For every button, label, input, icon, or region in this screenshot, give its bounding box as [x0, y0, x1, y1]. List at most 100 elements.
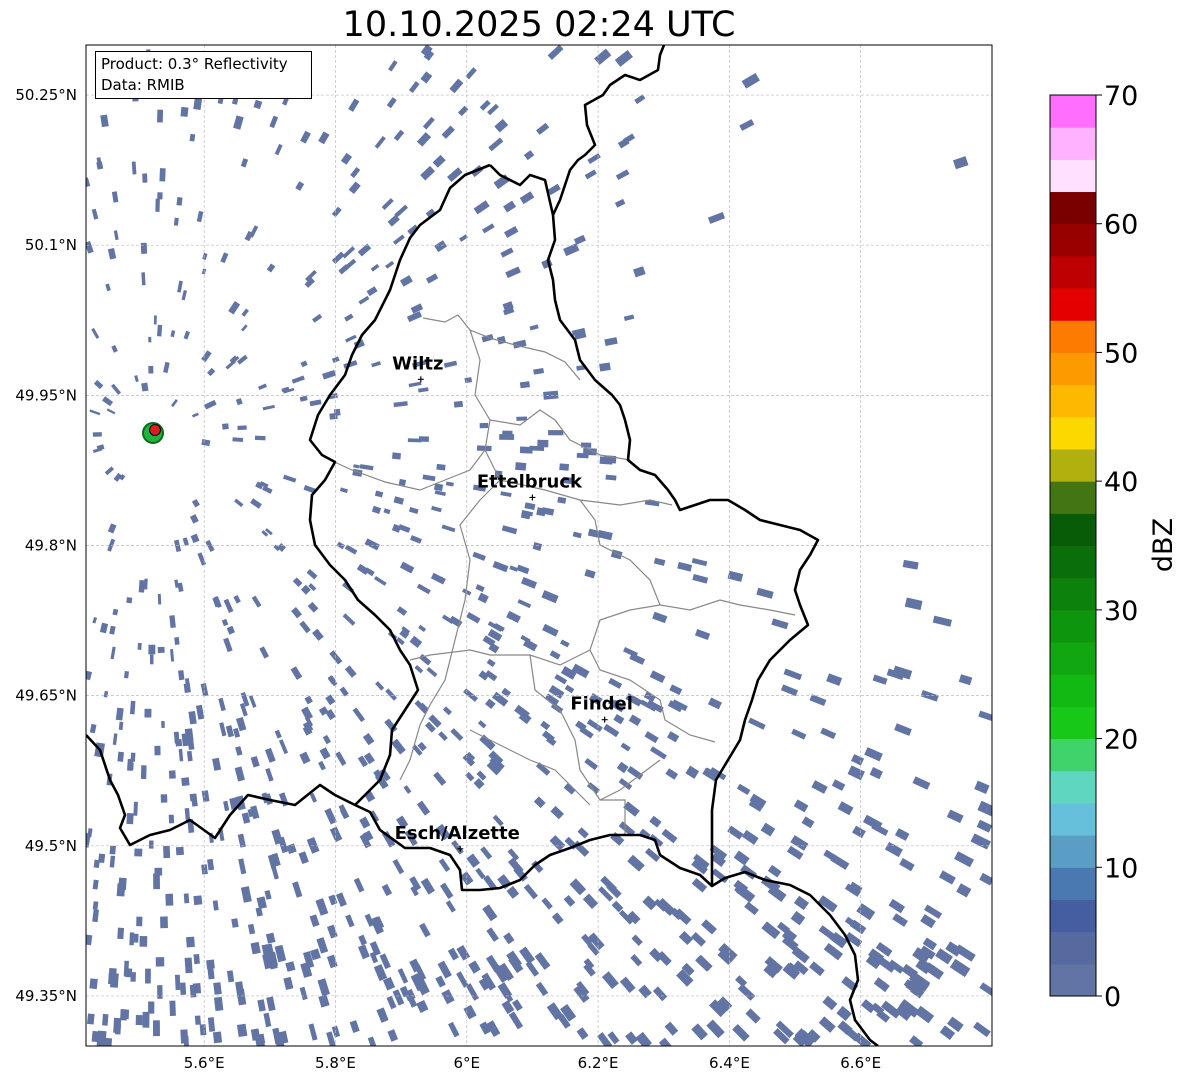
- echo-cell: [453, 400, 463, 408]
- echo-cell: [706, 1019, 725, 1039]
- echo-cell: [265, 767, 274, 782]
- echo-cell: [226, 970, 235, 983]
- echo-cell: [416, 132, 432, 147]
- echo-cell: [197, 552, 207, 566]
- echo-cell: [234, 498, 244, 508]
- echo-cell: [223, 800, 230, 812]
- echo-cell: [322, 734, 331, 745]
- echo-cell: [677, 561, 693, 572]
- echo-cell: [620, 742, 631, 752]
- echo-cell: [308, 1023, 318, 1041]
- echo-cell: [569, 878, 587, 896]
- echo-cell: [501, 1000, 515, 1015]
- city-label: Findel: [570, 694, 633, 715]
- echo-cell: [475, 584, 485, 593]
- echo-cell: [417, 387, 429, 393]
- echo-cell: [564, 684, 575, 694]
- colorbar-block: [1050, 867, 1096, 900]
- echo-cell: [254, 435, 266, 441]
- echo-cell: [190, 793, 198, 807]
- echo-cell: [126, 813, 134, 825]
- echo-cell: [448, 1021, 460, 1038]
- echo-cell: [678, 930, 693, 946]
- echo-cell: [174, 974, 181, 991]
- data-source-label: Data: RMIB: [101, 76, 185, 94]
- echo-cell: [107, 523, 117, 534]
- echo-cell: [601, 971, 619, 990]
- echo-cell: [238, 858, 247, 875]
- echo-cell: [884, 841, 903, 858]
- city-marker-icon: [529, 494, 536, 501]
- echo-cell: [547, 45, 564, 60]
- echo-cell: [157, 109, 164, 123]
- echo-cell: [438, 858, 451, 872]
- echo-cell: [464, 377, 473, 384]
- echo-cell: [441, 989, 455, 1005]
- echo-cell: [635, 1031, 652, 1046]
- echo-cell: [271, 828, 283, 845]
- echo-cell: [613, 714, 625, 725]
- echo-cell: [946, 809, 964, 824]
- echo-cell: [237, 425, 247, 431]
- echo-cell: [701, 919, 717, 935]
- echo-cell: [160, 916, 168, 929]
- echo-cell: [583, 448, 597, 456]
- echo-cell: [110, 646, 116, 660]
- echo-cell: [584, 757, 599, 771]
- colorbar-block: [1050, 288, 1096, 321]
- city-marker-icon: [417, 376, 424, 383]
- echo-cell: [519, 946, 535, 965]
- lon-tick-label: 5.8°E: [315, 1054, 356, 1072]
- echo-cell: [392, 858, 405, 875]
- echo-cell: [618, 777, 633, 790]
- echo-cell: [309, 399, 322, 407]
- echo-cell: [516, 564, 530, 575]
- echo-cell: [605, 474, 617, 481]
- radar-site-icon: [149, 424, 161, 436]
- city-label: Wiltz: [392, 353, 443, 374]
- echo-cell: [826, 673, 843, 686]
- echo-cell: [503, 200, 517, 213]
- echo-cell: [145, 968, 151, 984]
- echo-cell: [331, 1025, 341, 1038]
- echo-cell: [322, 369, 337, 380]
- echo-cell: [163, 361, 170, 374]
- echo-cell: [179, 982, 187, 995]
- echo-cell: [359, 464, 374, 471]
- echo-cell: [479, 99, 491, 111]
- echo-cell: [92, 909, 100, 923]
- echo-cell: [199, 1024, 207, 1036]
- echo-cell: [342, 246, 356, 259]
- echo-cell: [299, 986, 308, 1001]
- colorbar: 0 10 20 30 40 50 60 70 dBZ: [1049, 81, 1179, 1013]
- echo-cell: [550, 805, 564, 820]
- echo-cell: [348, 98, 360, 112]
- echo-cell: [298, 851, 309, 865]
- echo-cell: [352, 707, 366, 723]
- echo-cell: [212, 900, 219, 911]
- echo-cell: [183, 683, 191, 693]
- echo-cell: [434, 240, 447, 253]
- echo-cell: [732, 1024, 750, 1042]
- echo-cell: [831, 779, 846, 791]
- echo-cell: [120, 1009, 130, 1020]
- echo-cell: [523, 150, 535, 161]
- echo-cell: [111, 191, 119, 203]
- echo-cell: [892, 913, 908, 927]
- echo-cell: [685, 765, 700, 779]
- echo-cell: [141, 272, 146, 286]
- echo-cell: [236, 1023, 248, 1037]
- echo-cell: [430, 572, 446, 585]
- echo-cell: [559, 463, 570, 471]
- echo-cell: [534, 952, 551, 970]
- echo-cell: [231, 918, 239, 928]
- echo-cell: [741, 72, 760, 89]
- echo-cell: [872, 674, 888, 685]
- echo-cell: [299, 751, 311, 765]
- echo-cell: [207, 1017, 216, 1032]
- echo-cell: [375, 681, 385, 691]
- echo-cell: [899, 858, 915, 872]
- echo-cell: [148, 644, 156, 655]
- echo-cell: [727, 570, 744, 582]
- echo-cell: [649, 670, 666, 683]
